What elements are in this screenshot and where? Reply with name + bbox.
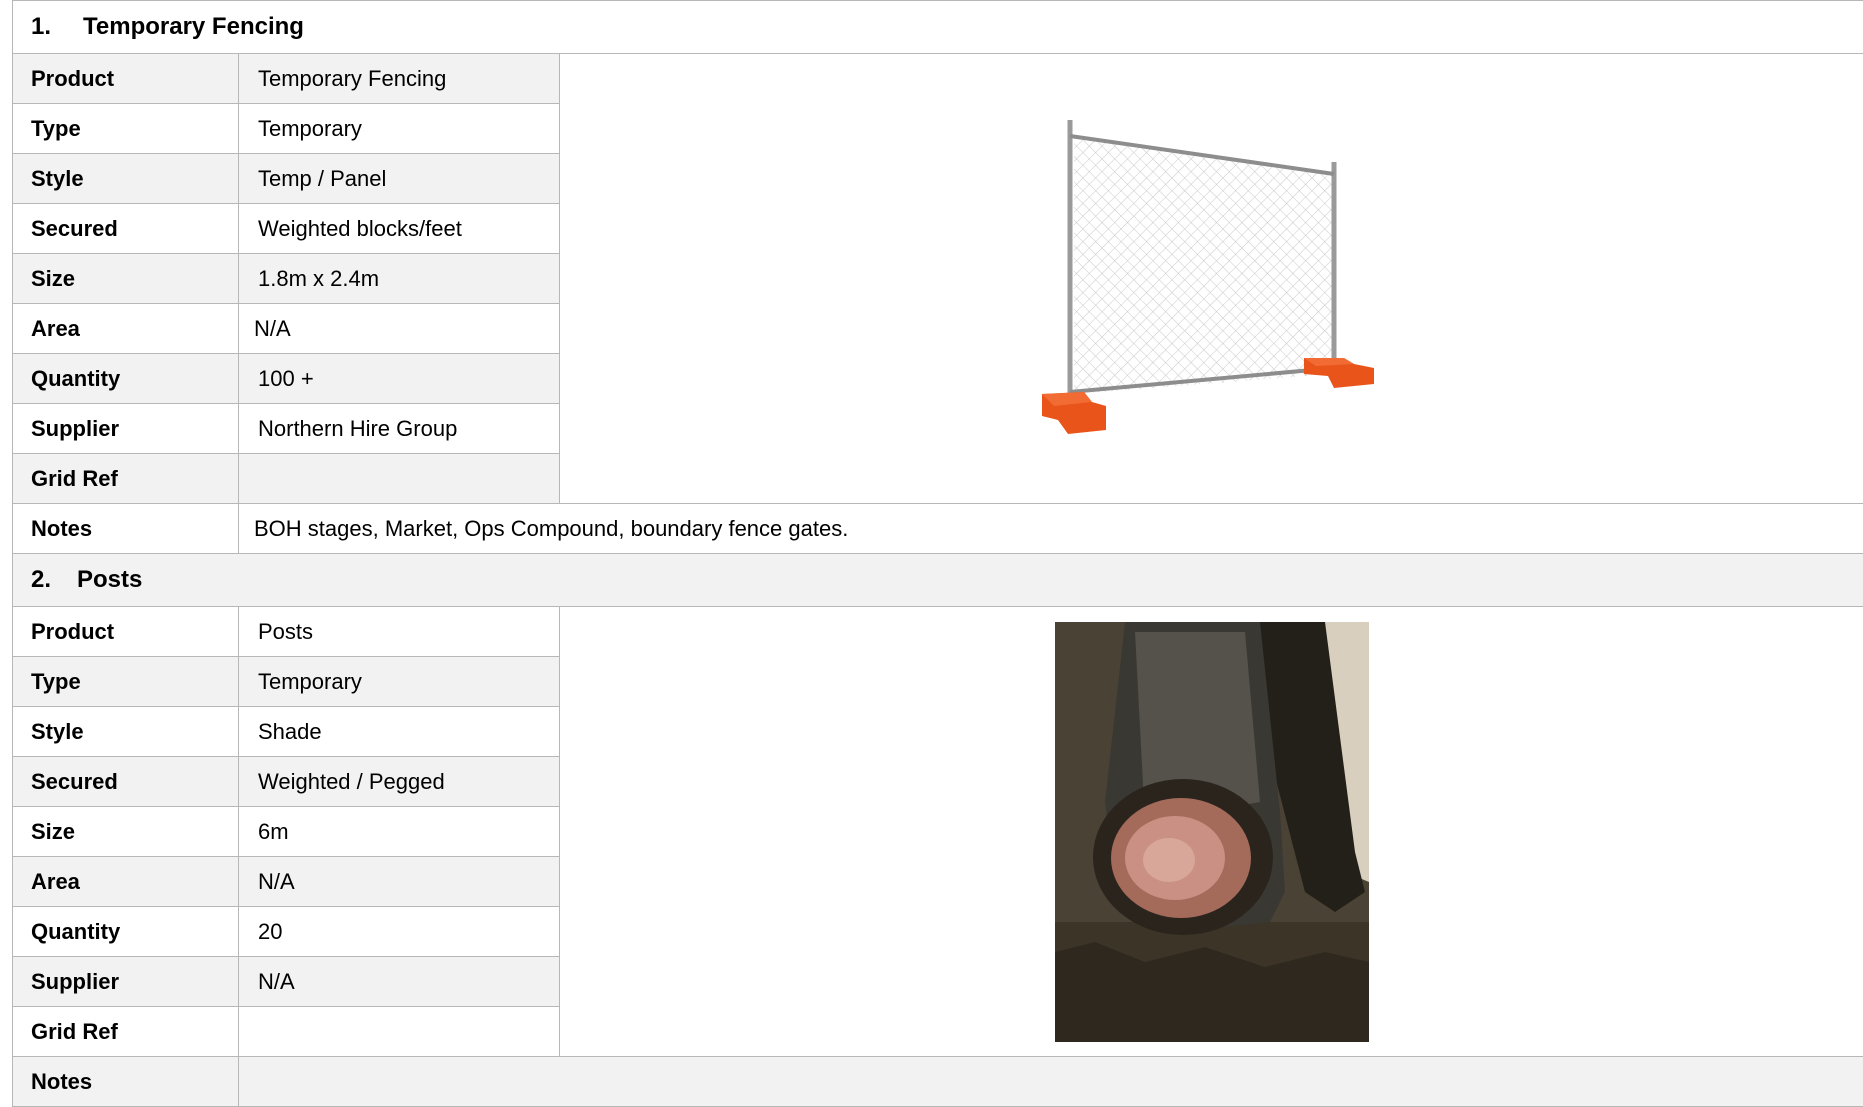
field-label: Grid Ref	[13, 1007, 239, 1057]
field-value	[239, 454, 560, 504]
notes-label: Notes	[13, 1057, 239, 1107]
equipment-table: 1.Temporary Fencing Product Temporary Fe…	[12, 0, 1863, 1107]
field-label: Secured	[13, 204, 239, 254]
notes-label: Notes	[13, 504, 239, 554]
field-value: Temporary Fencing	[239, 54, 560, 104]
field-value: Temporary	[239, 104, 560, 154]
field-value: 20	[239, 907, 560, 957]
product-image-cell	[560, 607, 1863, 1057]
field-value	[239, 1007, 560, 1057]
timber-posts-photo-icon	[1055, 622, 1369, 1042]
field-label: Supplier	[13, 404, 239, 454]
field-value: Posts	[239, 607, 560, 657]
field-value: N/A	[239, 857, 560, 907]
field-label: Grid Ref	[13, 454, 239, 504]
field-value: Weighted / Pegged	[239, 757, 560, 807]
notes-value	[239, 1057, 1863, 1107]
section-header: 2.Posts	[13, 554, 1863, 607]
field-label: Product	[13, 54, 239, 104]
field-label: Quantity	[13, 907, 239, 957]
product-image-cell	[560, 54, 1863, 504]
field-value: N/A	[239, 304, 560, 354]
field-value: 1.8m x 2.4m	[239, 254, 560, 304]
field-label: Size	[13, 807, 239, 857]
field-value: Temporary	[239, 657, 560, 707]
table-row: Product Temporary Fencing	[13, 54, 1863, 104]
field-value: Shade	[239, 707, 560, 757]
document: 1.Temporary Fencing Product Temporary Fe…	[12, 0, 1863, 1107]
section-title: Temporary Fencing	[83, 13, 304, 40]
notes-row: Notes BOH stages, Market, Ops Compound, …	[13, 504, 1863, 554]
section-header: 1.Temporary Fencing	[13, 1, 1863, 54]
temporary-fence-panel-icon	[1032, 114, 1392, 444]
notes-row: Notes	[13, 1057, 1863, 1107]
table-row: Product Posts	[13, 607, 1863, 657]
field-value: Temp / Panel	[239, 154, 560, 204]
field-label: Secured	[13, 757, 239, 807]
field-label: Area	[13, 304, 239, 354]
section-number: 1.	[31, 13, 83, 41]
section-title: Posts	[77, 566, 142, 593]
field-label: Supplier	[13, 957, 239, 1007]
field-label: Style	[13, 154, 239, 204]
field-label: Type	[13, 657, 239, 707]
field-value: 6m	[239, 807, 560, 857]
field-value: Weighted blocks/feet	[239, 204, 560, 254]
field-value: 100 +	[239, 354, 560, 404]
field-label: Quantity	[13, 354, 239, 404]
field-label: Product	[13, 607, 239, 657]
field-label: Area	[13, 857, 239, 907]
field-label: Style	[13, 707, 239, 757]
section-number: 2.	[31, 566, 77, 594]
field-value: Northern Hire Group	[239, 404, 560, 454]
field-label: Size	[13, 254, 239, 304]
field-value: N/A	[239, 957, 560, 1007]
notes-value: BOH stages, Market, Ops Compound, bounda…	[239, 504, 1863, 554]
field-label: Type	[13, 104, 239, 154]
